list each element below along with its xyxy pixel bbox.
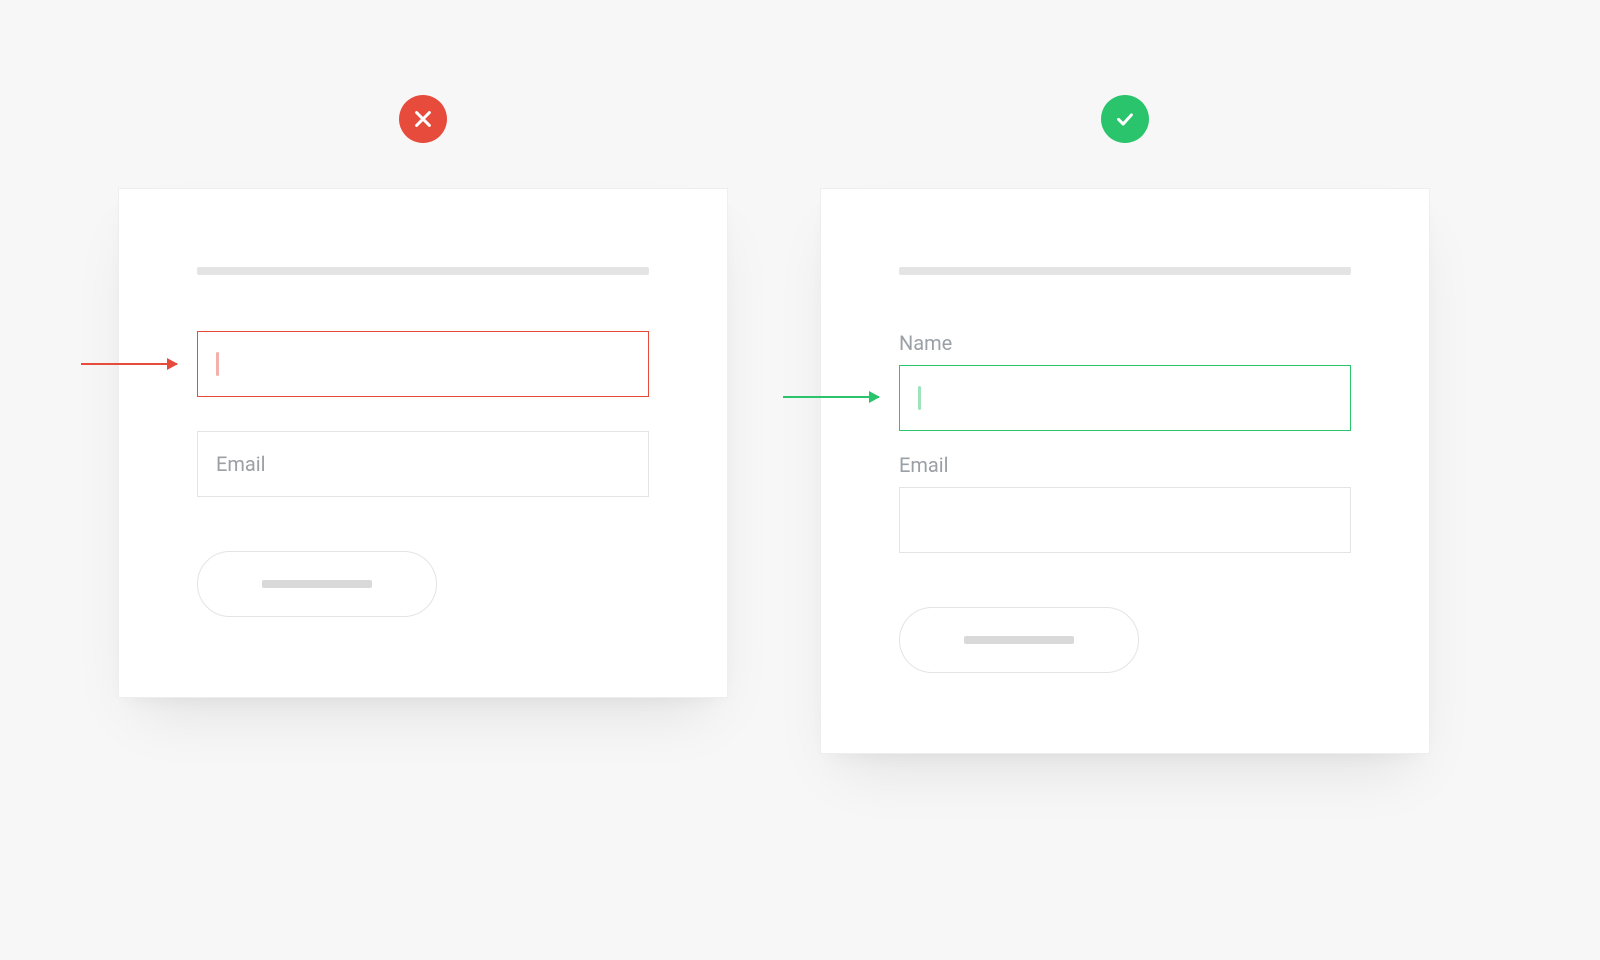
title-placeholder	[899, 267, 1351, 275]
bad-form-card: Email	[118, 188, 728, 698]
close-icon	[412, 108, 434, 130]
text-caret-icon	[918, 386, 921, 410]
submit-button[interactable]	[197, 551, 437, 617]
email-placeholder: Email	[216, 452, 266, 476]
name-label: Name	[899, 331, 1351, 355]
button-label-placeholder	[964, 636, 1074, 644]
pointer-arrow-icon	[783, 396, 879, 398]
good-form-card: Name Email	[820, 188, 1430, 754]
pointer-arrow-icon	[81, 363, 177, 365]
good-example: Name Email	[820, 95, 1430, 754]
email-label: Email	[899, 453, 1351, 477]
submit-button[interactable]	[899, 607, 1139, 673]
email-input[interactable]	[899, 487, 1351, 553]
success-badge-icon	[1101, 95, 1149, 143]
check-icon	[1114, 108, 1136, 130]
error-badge-icon	[399, 95, 447, 143]
title-placeholder	[197, 267, 649, 275]
email-input[interactable]: Email	[197, 431, 649, 497]
name-input[interactable]	[197, 331, 649, 397]
text-caret-icon	[216, 352, 219, 376]
button-label-placeholder	[262, 580, 372, 588]
bad-example: Email	[118, 95, 728, 698]
name-input[interactable]	[899, 365, 1351, 431]
